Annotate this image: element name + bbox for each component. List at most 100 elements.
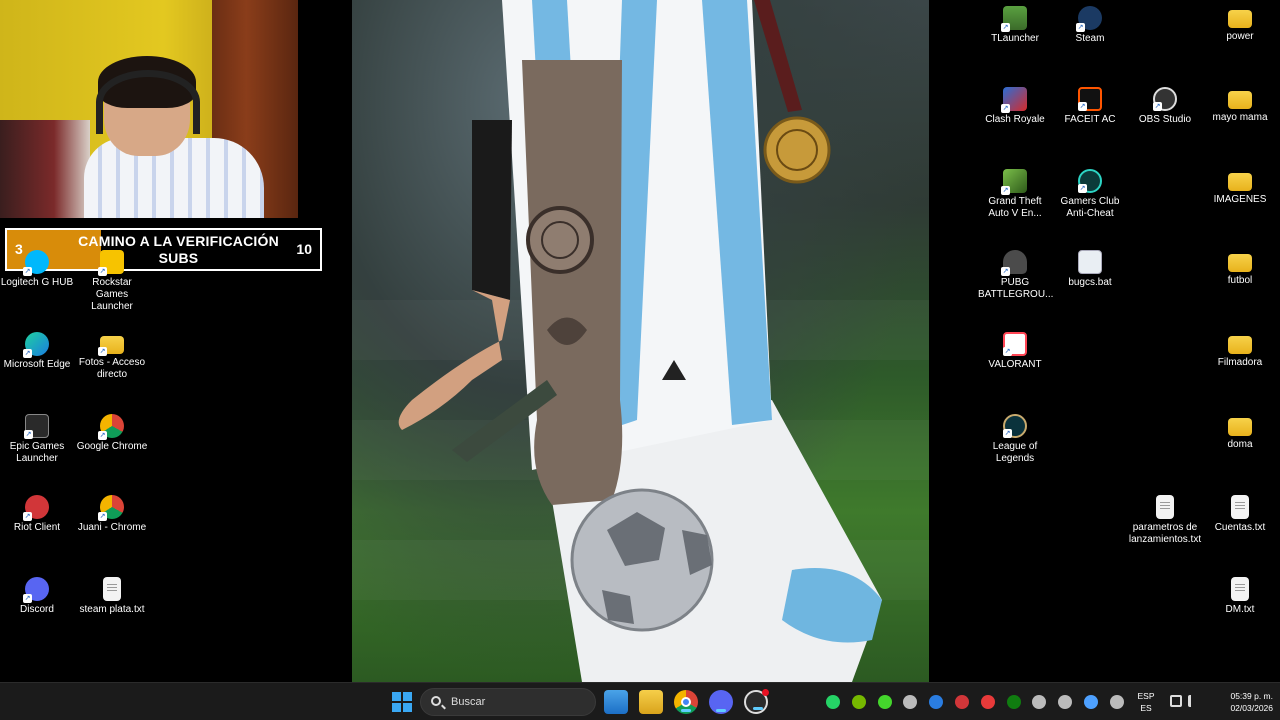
desktop-icon-dm-txt[interactable]: DM.txt — [1203, 577, 1277, 616]
pubg-icon: ↗ — [1001, 250, 1027, 276]
goal-target-count: 10 — [296, 241, 312, 257]
bluetooth-icon[interactable] — [929, 695, 944, 709]
desktop-icon-label: Steam — [1075, 33, 1105, 44]
shortcut-arrow-icon: ↗ — [1153, 102, 1162, 111]
search-placeholder: Buscar — [451, 696, 486, 708]
desktop-icon-logitech-g-hub[interactable]: ↗ Logitech G HUB — [0, 250, 74, 289]
folder-icon — [1228, 336, 1252, 354]
text-file-icon — [1231, 577, 1249, 601]
shortcut-arrow-icon: ↗ — [1001, 104, 1010, 113]
desktop-icon-faceit-ac[interactable]: ↗ FACEIT AC — [1053, 87, 1127, 126]
desktop-icon-fotos-acceso-directo[interactable]: ↗ Fotos - Acceso directo — [75, 332, 149, 381]
desktop-icon-clash-royale[interactable]: ↗ Clash Royale — [978, 87, 1052, 126]
desktop-icon-label: doma — [1227, 439, 1253, 450]
desktop-icon-valorant[interactable]: ↗ VALORANT — [978, 332, 1052, 371]
text-file-icon — [1156, 495, 1174, 519]
microsoft-store-icon[interactable] — [604, 690, 628, 714]
volume-icon[interactable] — [1188, 695, 1200, 707]
shortcut-arrow-icon: ↗ — [24, 430, 33, 439]
language-code: ESP — [1137, 691, 1155, 701]
keyboard-icon[interactable] — [1109, 695, 1124, 709]
desktop-icon-parametros-de-lanzamientos-txt[interactable]: parametros de lanzamientos.txt — [1128, 495, 1202, 546]
desktop-icon-rockstar-games-launcher[interactable]: ↗ Rockstar Games Launcher — [75, 250, 149, 313]
gamers-club-icon: ↗ — [1078, 169, 1102, 193]
desktop-icon-steam-plata-txt[interactable]: steam plata.txt — [75, 577, 149, 616]
desktop-icon-google-chrome[interactable]: ↗ Google Chrome — [75, 414, 149, 453]
logitech-icon[interactable] — [903, 695, 918, 709]
language-indicator[interactable]: ESP ES — [1136, 690, 1156, 714]
desktop-icon-league-of-legends[interactable]: ↗ League of Legends — [978, 414, 1052, 465]
desktop-icon-epic-games-launcher[interactable]: ↗ Epic Games Launcher — [0, 414, 74, 465]
discord-icon: ↗ — [23, 577, 49, 603]
clock[interactable]: 05:39 p. m. 02/03/2026 — [1207, 690, 1273, 714]
xbox-icon[interactable] — [1006, 695, 1021, 709]
desktop-icon-label: Google Chrome — [76, 441, 148, 452]
desktop-icon-label: Juani - Chrome — [77, 522, 147, 533]
usb-icon[interactable] — [1058, 695, 1073, 709]
tlauncher-icon: ↗ — [1001, 6, 1027, 32]
razer-icon[interactable] — [877, 695, 892, 709]
desktop-wallpaper — [352, 0, 929, 682]
windows-start-icon[interactable] — [390, 690, 414, 714]
folder-icon — [1228, 254, 1252, 272]
desktop-icon-gamers-club-anti-cheat[interactable]: ↗ Gamers Club Anti-Cheat — [1053, 169, 1127, 220]
desktop-icon-cuentas-txt[interactable]: Cuentas.txt — [1203, 495, 1277, 534]
desktop-icon-label: futbol — [1227, 275, 1253, 286]
app-red-icon[interactable] — [980, 695, 995, 709]
taskbar-search[interactable]: Buscar — [420, 688, 596, 716]
shortcut-arrow-icon: ↗ — [1003, 429, 1012, 438]
whatsapp-icon[interactable] — [826, 695, 840, 709]
shortcut-arrow-icon: ↗ — [1001, 267, 1010, 276]
desktop-icon-grand-theft-auto-v-en[interactable]: ↗ Grand Theft Auto V En... — [978, 169, 1052, 220]
chrome-icon[interactable] — [674, 690, 698, 714]
desktop-icon-futbol[interactable]: futbol — [1203, 250, 1277, 287]
desktop-icon-power[interactable]: power — [1203, 6, 1277, 43]
bat-file-icon — [1078, 250, 1102, 274]
desktop-icon-label: DM.txt — [1225, 604, 1255, 615]
desktop-icon-label: Fotos - Acceso directo — [78, 357, 146, 380]
desktop-icon-label: OBS Studio — [1138, 114, 1192, 125]
desktop-icon-juani-chrome[interactable]: ↗ Juani - Chrome — [75, 495, 149, 534]
desktop-icon-steam[interactable]: ↗ Steam — [1053, 6, 1127, 45]
desktop-icon-label: FACEIT AC — [1064, 114, 1116, 125]
riot-tray-icon[interactable] — [955, 695, 969, 709]
desktop-icon-discord[interactable]: ↗ Discord — [0, 577, 74, 616]
network-icon[interactable] — [1170, 695, 1182, 707]
discord-icon[interactable] — [709, 690, 733, 714]
shortcut-arrow-icon: ↗ — [1001, 23, 1010, 32]
folder-icon — [1228, 91, 1252, 109]
faceit-icon: ↗ — [1078, 87, 1102, 111]
desktop-icon-microsoft-edge[interactable]: ↗ Microsoft Edge — [0, 332, 74, 371]
obs-icon: ↗ — [1153, 87, 1177, 111]
desktop-icon-label: Epic Games Launcher — [9, 441, 65, 464]
desktop-icon-doma[interactable]: doma — [1203, 414, 1277, 451]
desktop-icon-pubg-battlegrou[interactable]: ↗ PUBG BATTLEGROU... — [978, 250, 1053, 301]
file-explorer-icon[interactable] — [639, 690, 663, 714]
desktop-icon-bugcs-bat[interactable]: bugcs.bat — [1053, 250, 1127, 289]
desktop-icon-label: bugcs.bat — [1068, 277, 1112, 288]
obs-icon[interactable] — [744, 689, 769, 714]
nvidia-icon[interactable] — [851, 695, 866, 709]
webcam-overlay — [0, 0, 298, 218]
desktop-icon-filmadora[interactable]: Filmadora — [1203, 332, 1277, 369]
epic-games-icon: ↗ — [24, 414, 49, 439]
shortcut-arrow-icon: ↗ — [98, 512, 107, 521]
desktop-icon-label: mayo mama — [1212, 112, 1268, 123]
microphone-icon[interactable] — [1084, 695, 1098, 709]
steam-tray-icon[interactable] — [1032, 695, 1047, 709]
desktop-icon-label: Microsoft Edge — [3, 359, 71, 370]
folder-icon — [1228, 418, 1252, 436]
desktop-icon-riot-client[interactable]: ↗ Riot Client — [0, 495, 74, 534]
desktop-icon-mayo-mama[interactable]: mayo mama — [1203, 87, 1277, 124]
desktop-icon-label: steam plata.txt — [79, 604, 145, 615]
edge-icon: ↗ — [23, 332, 49, 358]
desktop-icon-label: Cuentas.txt — [1214, 522, 1266, 533]
clock-date: 02/03/2026 — [1230, 703, 1273, 713]
desktop-icon-imagenes[interactable]: IMAGENES — [1203, 169, 1277, 206]
chrome-icon: ↗ — [98, 414, 124, 440]
desktop-icon-tlauncher[interactable]: ↗ TLauncher — [978, 6, 1052, 45]
gta-icon: ↗ — [1001, 169, 1027, 195]
shortcut-arrow-icon: ↗ — [23, 512, 32, 521]
desktop-icon-obs-studio[interactable]: ↗ OBS Studio — [1128, 87, 1202, 126]
taskbar: Buscar ESP ES 05:39 p. m. 02/03/2026 — [0, 682, 1280, 720]
